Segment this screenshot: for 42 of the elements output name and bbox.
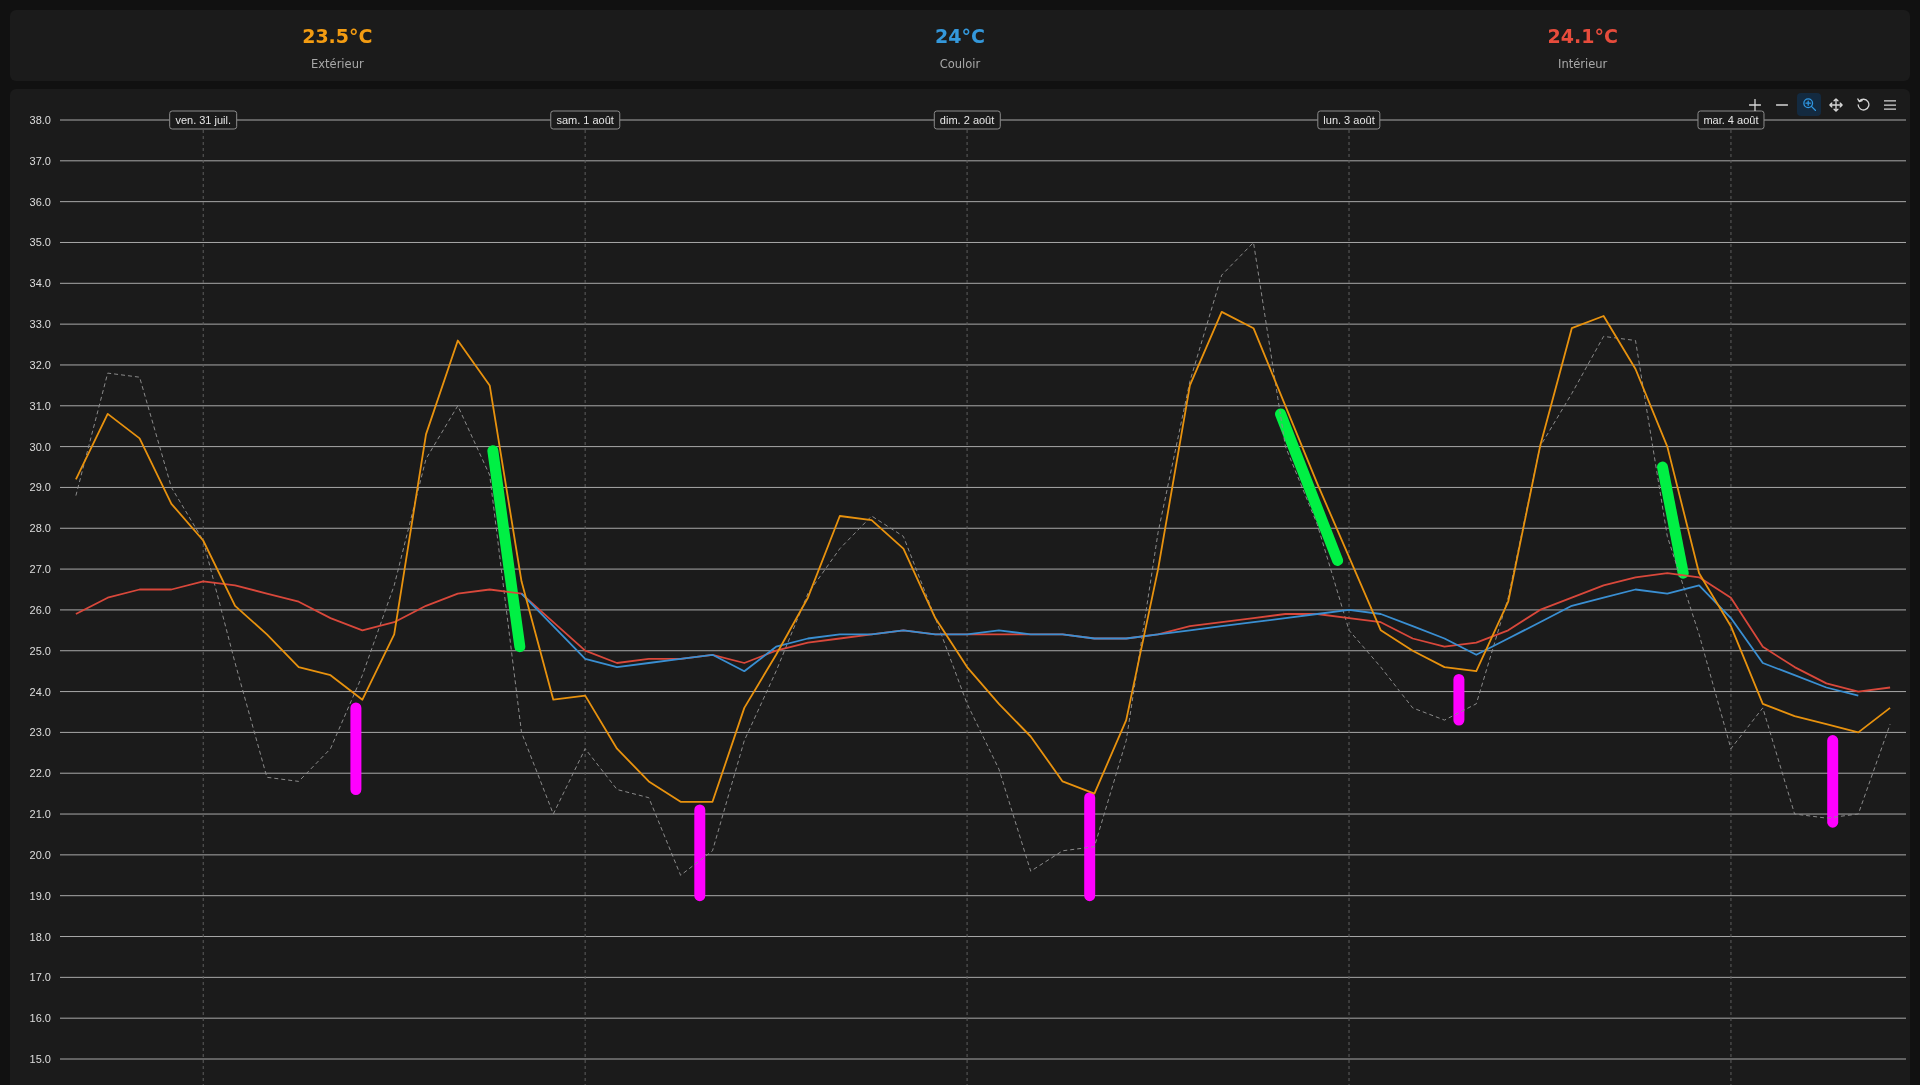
y-axis-label: 25.0 [29,644,51,657]
y-axis-label: 24.0 [29,685,51,698]
y-axis-label: 18.0 [29,930,51,943]
y-axis-label: 36.0 [29,195,51,208]
location-label: Couloir [939,56,981,72]
date-label: ven. 31 juil. [169,110,238,130]
menu-icon [1884,99,1896,110]
y-axis-label: 31.0 [29,399,51,412]
selection-zoom-button[interactable] [1797,93,1821,116]
y-axis-label: 37.0 [29,154,51,167]
y-axis-label: 32.0 [29,358,51,371]
location-label: Extérieur [311,56,364,72]
y-axis-label: 35.0 [29,236,51,249]
temperature-value: 23.5°C [302,24,373,49]
y-axis-label: 19.0 [29,889,51,902]
y-axis-label: 30.0 [29,440,51,453]
date-label: dim. 2 août [933,110,1001,130]
temperature-value: 24°C [935,24,985,49]
minus-icon [1776,103,1788,106]
reset-icon [1856,98,1870,111]
y-axis-label: 26.0 [29,603,51,616]
date-label: lun. 3 août [1317,110,1381,130]
y-axis-label: 23.0 [29,726,51,739]
y-axis-label: 28.0 [29,522,51,535]
y-axis-label: 15.0 [29,1053,51,1065]
y-axis-label: 20.0 [29,848,51,861]
y-axis-label: 33.0 [29,318,51,331]
y-axis-label: 22.0 [29,767,51,780]
y-axis-label: 16.0 [29,1012,51,1025]
plus-icon [1749,98,1761,111]
temperature-value: 24.1°C [1547,24,1618,49]
location-label: Intérieur [1558,56,1608,72]
y-axis-label: 21.0 [29,808,51,821]
y-axis-label: 29.0 [29,481,51,494]
date-label: mar. 4 août [1697,110,1765,130]
y-axis-label: 27.0 [29,563,51,576]
y-axis-label: 38.0 [29,114,51,126]
zoom-in-icon [1802,98,1816,111]
move-arrows-icon [1829,97,1843,112]
y-axis-label: 17.0 [29,971,51,984]
date-label: sam. 1 août [550,110,620,130]
y-axis-label: 34.0 [29,277,51,290]
